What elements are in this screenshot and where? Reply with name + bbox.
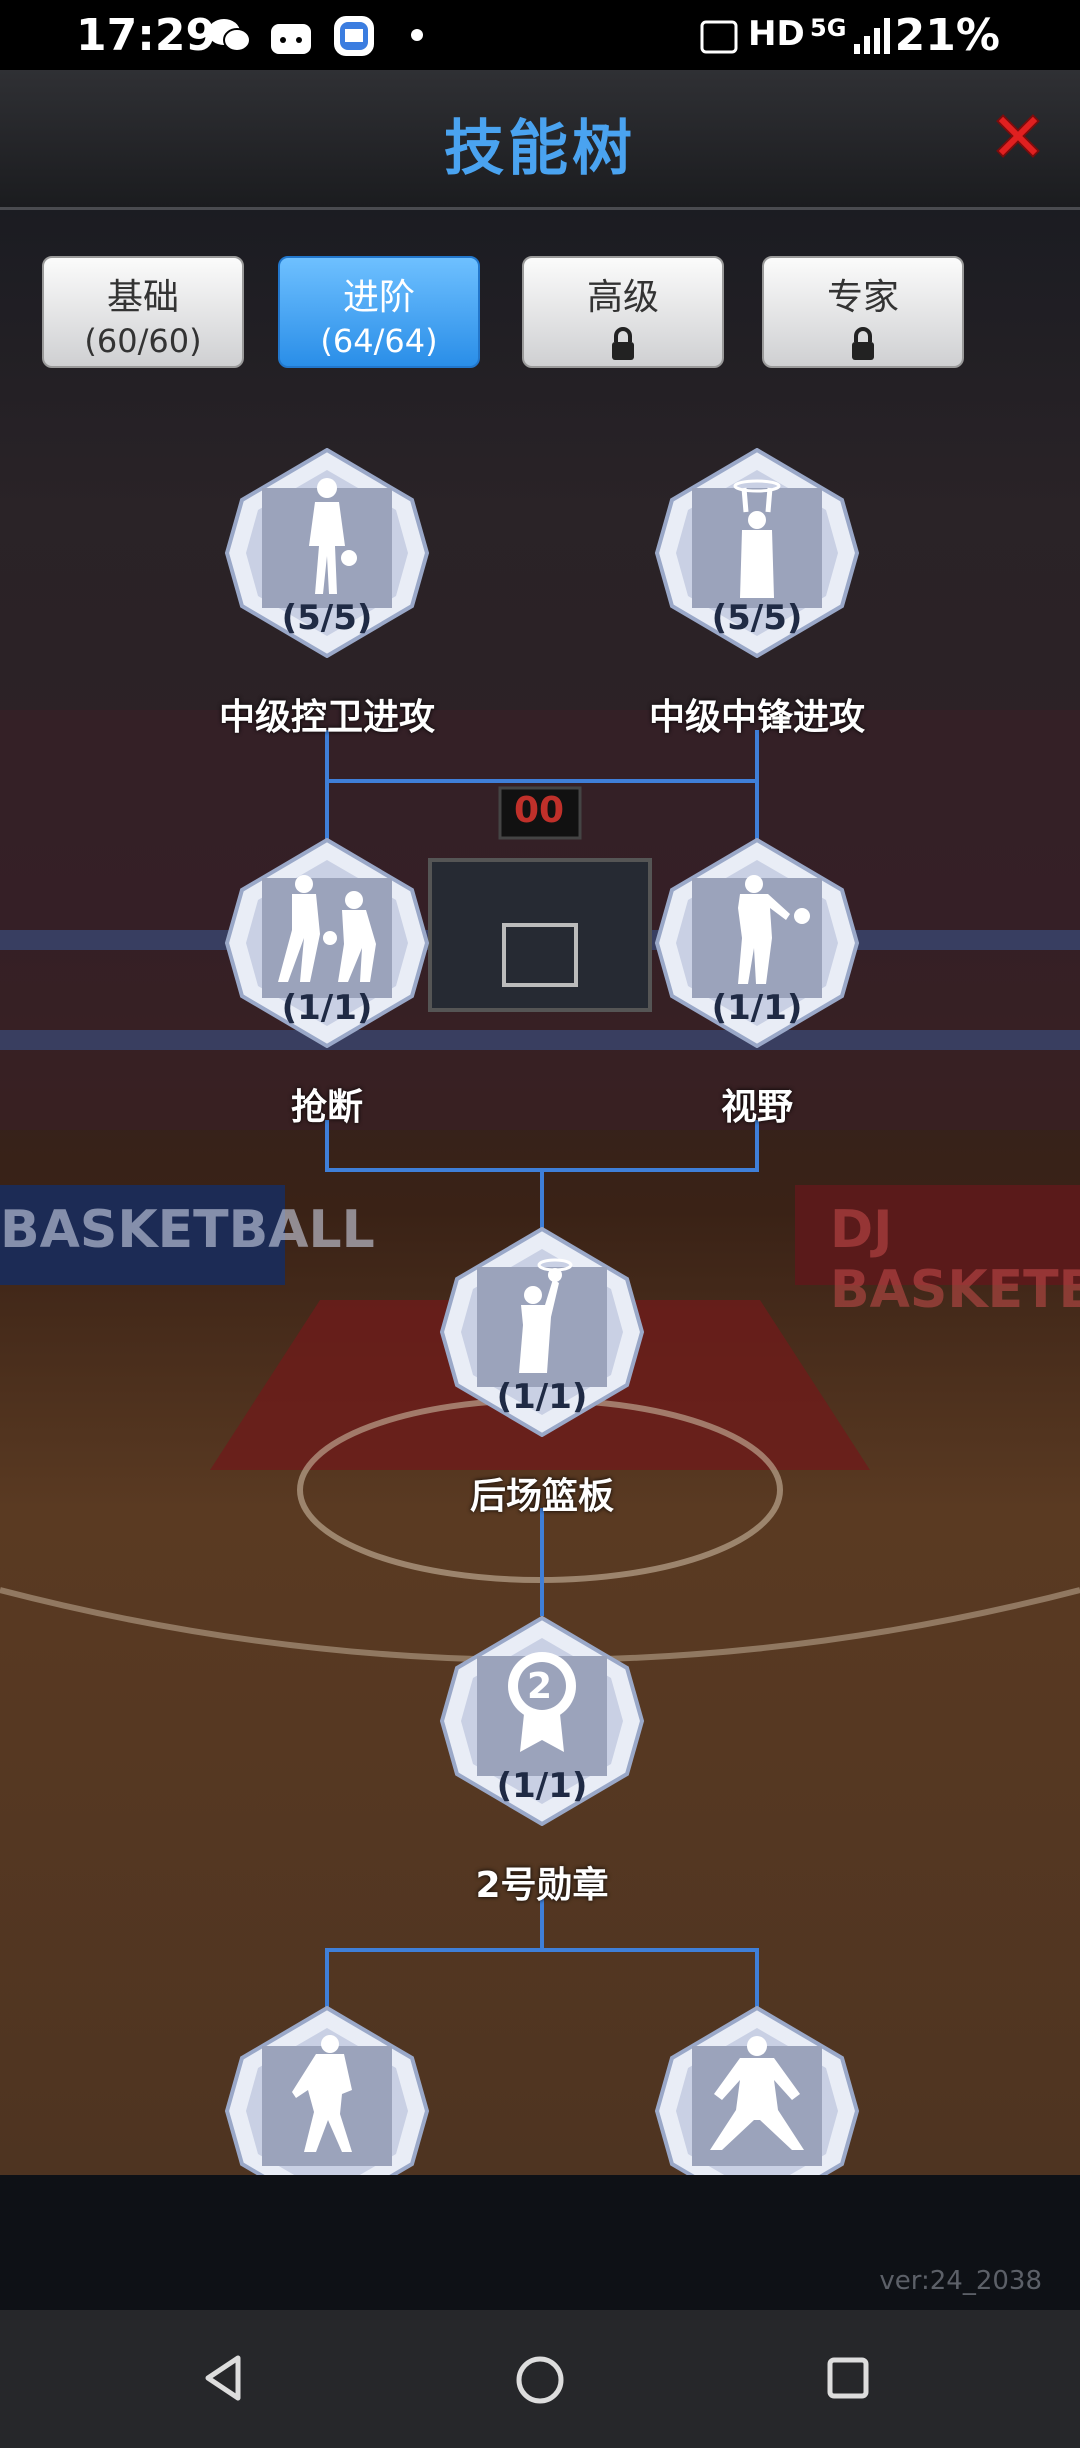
tab-basic-progress: (60/60) [84, 322, 202, 360]
signal-bars-icon [854, 18, 890, 54]
auto-hz-icon [700, 20, 738, 54]
skill-count: (1/1) [496, 1766, 588, 1806]
lock-icon [612, 327, 634, 360]
skill-node-locked-left[interactable] [222, 2006, 432, 2175]
connector-line [325, 1948, 759, 1952]
close-button[interactable] [990, 108, 1046, 164]
connector-line [540, 1168, 544, 1230]
back-icon [205, 2355, 241, 2401]
back-button[interactable] [196, 2350, 252, 2406]
skill-node-medal-2[interactable]: 2 (1/1) [437, 1616, 647, 1826]
lock-icon [852, 327, 874, 360]
skill-node-center-offense[interactable]: (5/5) [652, 448, 862, 658]
title-bar: 技能树 [0, 70, 1080, 210]
status-bar: 17:29 HD 5G 21% [0, 0, 1080, 70]
network-type: HD [748, 14, 805, 54]
steal-icon [278, 875, 376, 982]
home-icon [516, 2356, 564, 2404]
rebound-icon [519, 1258, 573, 1373]
skill-node-steal[interactable]: (1/1) [222, 838, 432, 1048]
recents-icon [827, 2357, 869, 2399]
skill-count: (1/1) [711, 988, 803, 1028]
notification-dot-icon [411, 29, 423, 41]
game-icon [271, 24, 311, 54]
skill-label: 中级控卫进攻 [218, 697, 435, 738]
skill-label: 视野 [720, 1087, 793, 1128]
skill-label: 中级中锋进攻 [648, 697, 865, 738]
connector-line [540, 1508, 544, 1616]
wechat-icon [208, 19, 251, 52]
skill-label: 后场篮板 [469, 1476, 614, 1517]
skill-node-locked-right[interactable] [652, 2006, 862, 2175]
skill-count: (5/5) [711, 598, 803, 638]
connector-line [755, 1948, 759, 2008]
recents-button[interactable] [820, 2350, 876, 2406]
skill-label: 抢断 [290, 1087, 363, 1128]
tab-expert[interactable]: 专家 [762, 256, 964, 368]
home-button[interactable] [510, 2350, 570, 2410]
tab-advanced[interactable]: 进阶 (64/64) [278, 256, 480, 368]
connector-line [325, 1948, 329, 2008]
signal-type: 5G [810, 14, 847, 42]
skill-count: (1/1) [281, 988, 373, 1028]
tab-senior-label: 高级 [586, 277, 659, 318]
skill-count: (5/5) [281, 598, 373, 638]
status-time: 17:29 [76, 10, 217, 61]
battery-level: 21% [894, 10, 1000, 61]
defense-stance-icon [710, 2036, 804, 2150]
tab-expert-label: 专家 [826, 277, 899, 318]
connector-line [325, 730, 329, 840]
tab-basic[interactable]: 基础 (60/60) [42, 256, 244, 368]
system-nav-bar [0, 2310, 1080, 2448]
tab-senior[interactable]: 高级 [522, 256, 724, 368]
tab-advanced-label: 进阶 [342, 277, 415, 318]
tab-basic-label: 基础 [106, 277, 179, 318]
banner-left-text: BASKETBALL [0, 1200, 375, 1260]
dunk-icon [733, 479, 781, 598]
pass-icon [738, 875, 810, 984]
dribbler-icon [309, 478, 357, 594]
scoreboard-text: 00 [514, 790, 565, 831]
connector-line [325, 779, 759, 783]
skill-label: 2号勋章 [475, 1865, 609, 1906]
skill-node-defensive-rebound[interactable]: (1/1) [437, 1227, 647, 1437]
defender-icon [292, 2035, 352, 2152]
banner-right-text: DJ BASKETB [830, 1200, 1080, 1320]
connector-line [755, 730, 759, 840]
mail-app-icon [334, 16, 374, 56]
medal-number: 2 [527, 1666, 553, 1707]
page-title: 技能树 [444, 114, 636, 184]
tab-advanced-progress: (64/64) [320, 322, 438, 360]
skill-count: (1/1) [496, 1377, 588, 1417]
close-icon [996, 114, 1040, 158]
version-text: ver:24_2038 [879, 2266, 1042, 2296]
skill-node-pg-offense[interactable]: (5/5) [222, 448, 432, 658]
skill-node-vision[interactable]: (1/1) [652, 838, 862, 1048]
